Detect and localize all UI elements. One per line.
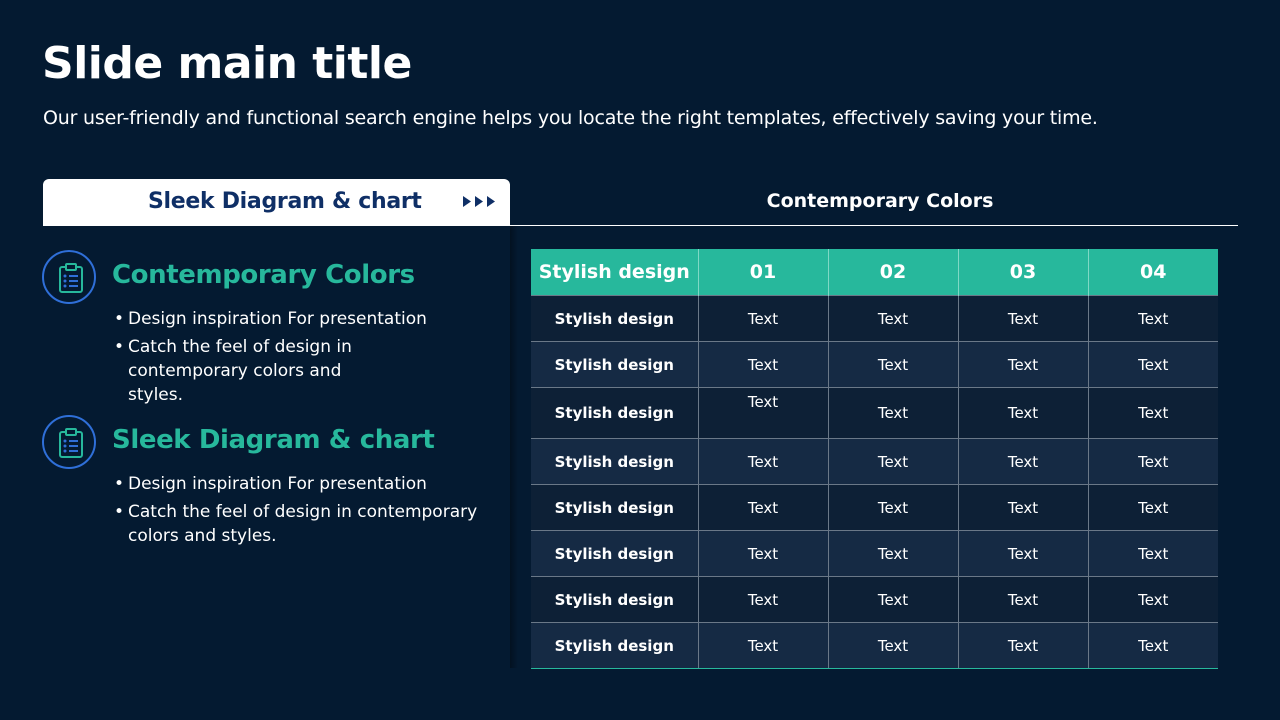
bullet-list: Design inspiration For presentation Catc…	[114, 307, 504, 411]
table-cell: Text	[957, 484, 1089, 531]
table-cell: Text	[1087, 622, 1218, 669]
row-label: Stylish design	[531, 341, 699, 388]
table-cell: Text	[697, 387, 829, 439]
table-row: Stylish design Text Text Text Text	[531, 295, 1218, 342]
triple-arrow-icon	[463, 196, 495, 207]
bullet-list: Design inspiration For presentation Catc…	[114, 472, 504, 552]
table-row: Stylish design Text Text Text Text	[531, 530, 1218, 577]
icon-badge	[42, 250, 96, 304]
table-row: Stylish design Text Text Text Text	[531, 622, 1218, 669]
table-cell: Text	[827, 530, 959, 577]
table-cell: Text	[957, 530, 1089, 577]
table-cell: Text	[697, 622, 829, 669]
header-cell: 02	[828, 249, 959, 296]
table-cell: Text	[957, 295, 1089, 342]
table-cell: Text	[827, 484, 959, 531]
table-cell: Text	[827, 576, 959, 623]
table-row: Stylish design Text Text Text Text	[531, 576, 1218, 623]
row-label: Stylish design	[531, 295, 699, 342]
header-cell: 01	[698, 249, 829, 296]
table-cell: Text	[697, 438, 829, 485]
table-header-row: Stylish design 01 02 03 04	[531, 249, 1218, 296]
table-row: Stylish design Text Text Text Text	[531, 341, 1218, 388]
tab-sleek-diagram[interactable]: Sleek Diagram & chart	[43, 179, 510, 226]
tab-label: Sleek Diagram & chart	[148, 189, 422, 214]
slide-subtitle: Our user-friendly and functional search …	[43, 107, 1098, 129]
header-cell: 03	[958, 249, 1089, 296]
table-cell: Text	[697, 530, 829, 577]
row-label: Stylish design	[531, 438, 699, 485]
table-cell: Text	[1087, 438, 1218, 485]
table-cell: Text	[697, 341, 829, 388]
table-cell: Text	[957, 341, 1089, 388]
tab-divider	[510, 225, 1238, 226]
table-cell: Text	[1087, 530, 1218, 577]
bullet-item: Catch the feel of design in contemporary…	[114, 500, 504, 548]
table-cell: Text	[1087, 387, 1218, 439]
table-cell: Text	[1087, 576, 1218, 623]
tab-contemporary-colors[interactable]: Contemporary Colors	[510, 179, 1250, 223]
table-cell: Text	[957, 622, 1089, 669]
table-cell: Text	[957, 387, 1089, 439]
table-cell: Text	[957, 438, 1089, 485]
panel-divider	[510, 226, 518, 668]
row-label: Stylish design	[531, 622, 699, 669]
table-row: Stylish design Text Text Text Text	[531, 387, 1218, 439]
row-label: Stylish design	[531, 387, 699, 439]
bullet-item: Design inspiration For presentation	[114, 472, 504, 496]
header-cell: 04	[1088, 249, 1218, 296]
table-cell: Text	[1087, 341, 1218, 388]
bullet-item: Design inspiration For presentation	[114, 307, 504, 331]
table-cell: Text	[827, 387, 959, 439]
bullet-item: Catch the feel of design in contemporary…	[114, 335, 378, 407]
table-cell: Text	[827, 341, 959, 388]
table-cell: Text	[1087, 484, 1218, 531]
table-cell: Text	[1087, 295, 1218, 342]
header-cell: Stylish design	[531, 249, 699, 296]
table-cell: Text	[827, 295, 959, 342]
row-label: Stylish design	[531, 576, 699, 623]
table-row: Stylish design Text Text Text Text	[531, 438, 1218, 485]
row-label: Stylish design	[531, 484, 699, 531]
feature-title: Contemporary Colors	[112, 260, 415, 290]
table-cell: Text	[697, 484, 829, 531]
feature-title: Sleek Diagram & chart	[112, 425, 435, 455]
table-cell: Text	[827, 438, 959, 485]
table-cell: Text	[827, 622, 959, 669]
table-cell: Text	[697, 295, 829, 342]
comparison-table: Stylish design 01 02 03 04 Stylish desig…	[531, 249, 1218, 669]
table-row: Stylish design Text Text Text Text	[531, 484, 1218, 531]
slide-title: Slide main title	[42, 38, 412, 89]
table-cell: Text	[697, 576, 829, 623]
row-label: Stylish design	[531, 530, 699, 577]
table-cell: Text	[957, 576, 1089, 623]
icon-badge	[42, 415, 96, 469]
clipboard-list-icon	[59, 428, 83, 458]
clipboard-list-icon	[59, 263, 83, 293]
